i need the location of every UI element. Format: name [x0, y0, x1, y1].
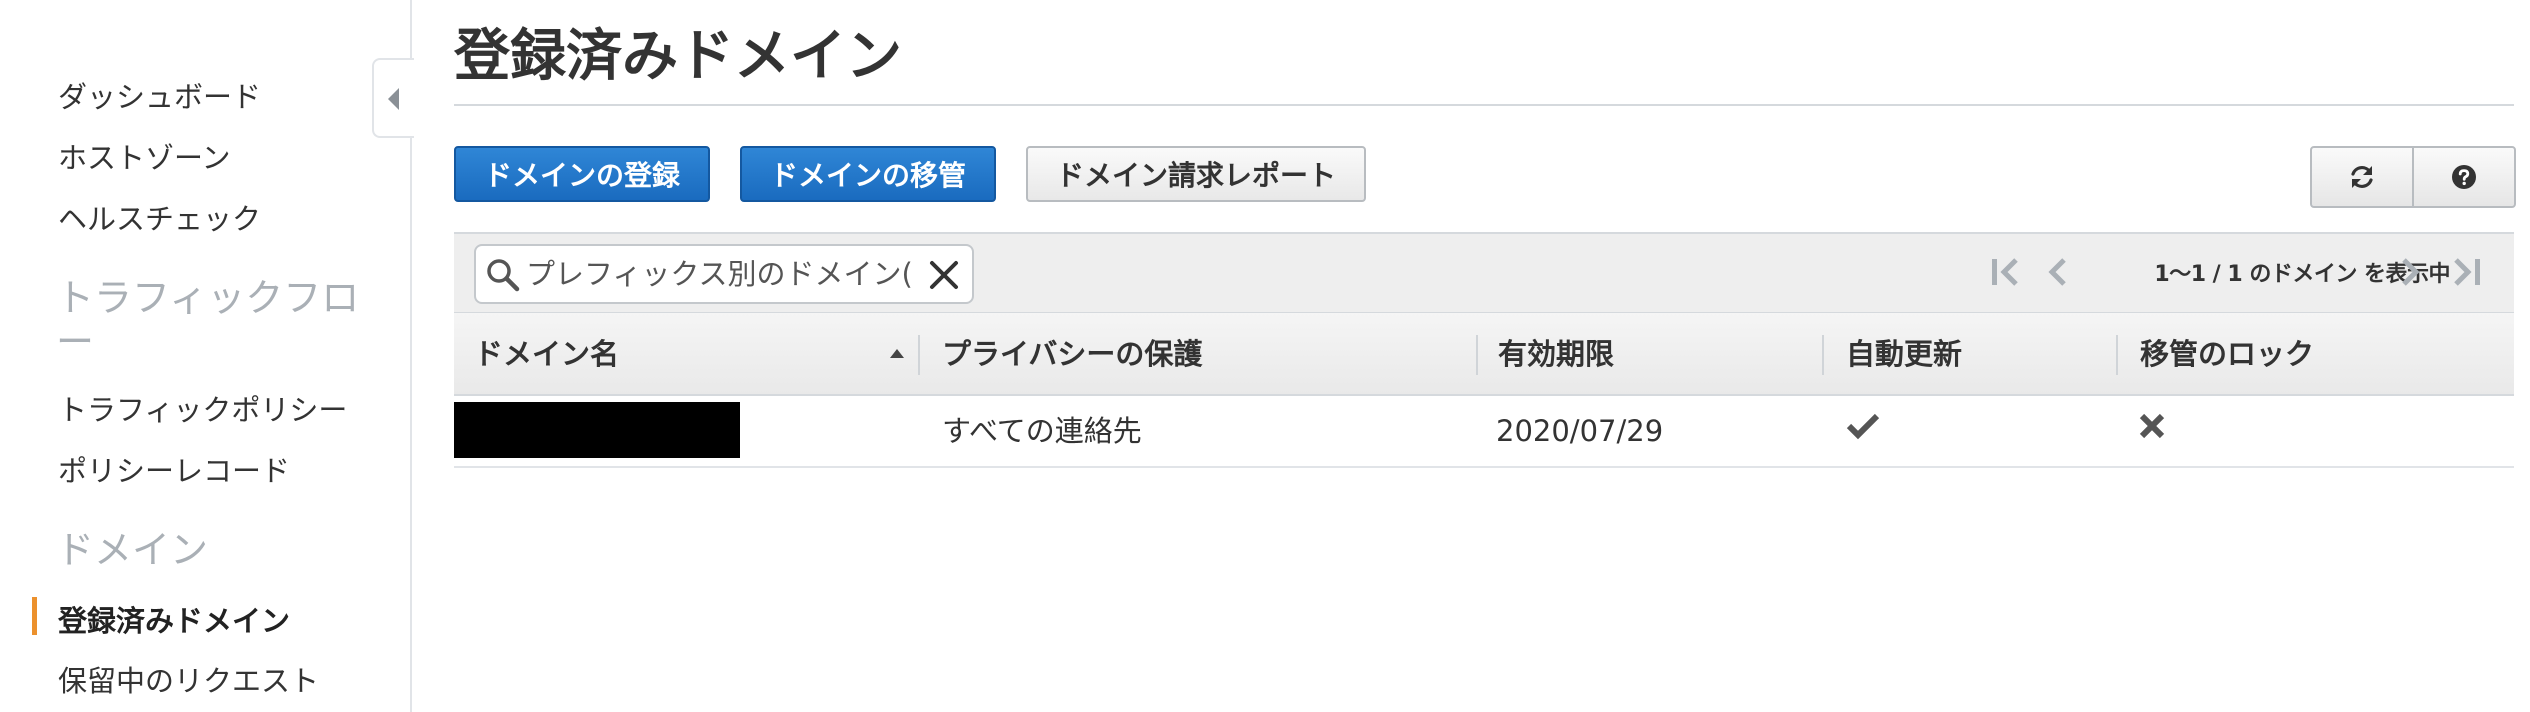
column-header-auto-renew[interactable]: 自動更新 [1846, 313, 1962, 395]
sidebar-collapse-button[interactable] [372, 58, 414, 138]
page-title: 登録済みドメイン [454, 24, 902, 89]
search-box [474, 244, 974, 304]
sidebar-item-health-checks[interactable]: ヘルスチェック [58, 196, 261, 238]
title-divider [454, 104, 2514, 106]
transfer-domain-button[interactable]: ドメインの移管 [740, 146, 996, 202]
billing-report-button[interactable]: ドメイン請求レポート [1026, 146, 1366, 202]
sidebar-item-pending-requests[interactable]: 保留中のリクエスト [58, 658, 319, 700]
table-toolbar: 1〜1 / 1 のドメイン を表示中 [454, 232, 2514, 312]
check-icon [1846, 413, 1880, 440]
sidebar-section-domains: ドメイン [56, 528, 209, 572]
sidebar-item-hosted-zones[interactable]: ホストゾーン [58, 135, 231, 177]
column-header-expiration[interactable]: 有効期限 [1498, 313, 1614, 395]
search-icon [487, 259, 520, 292]
sidebar: ダッシュボード ホストゾーン ヘルスチェック トラフィックフロ ー トラフィック… [0, 0, 412, 712]
column-divider [1822, 335, 1824, 375]
x-icon [2139, 413, 2165, 439]
table-row[interactable]: すべての連絡先 2020/07/29 [454, 396, 2514, 468]
column-divider [1476, 335, 1478, 375]
sort-ascending-icon [890, 349, 904, 358]
last-page-icon[interactable] [2450, 256, 2484, 288]
domain-name-redacted[interactable] [454, 402, 740, 458]
expiration-date-cell: 2020/07/29 [1496, 414, 1664, 448]
column-header-transfer-lock[interactable]: 移管のロック [2140, 313, 2314, 395]
previous-page-icon[interactable] [2046, 256, 2070, 288]
column-header-privacy[interactable]: プライバシーの保護 [942, 313, 1202, 395]
search-input[interactable] [526, 252, 916, 296]
first-page-icon[interactable] [1988, 256, 2022, 288]
sidebar-item-traffic-policies[interactable]: トラフィックポリシー [58, 387, 347, 429]
refresh-button[interactable] [2310, 146, 2414, 208]
register-domain-button[interactable]: ドメインの登録 [454, 146, 710, 202]
sidebar-section-traffic-flow-line2: ー [56, 320, 95, 364]
help-button[interactable] [2412, 146, 2516, 208]
column-header-domain-name[interactable]: ドメイン名 [474, 313, 619, 395]
privacy-protection-cell: すべての連絡先 [942, 414, 1142, 448]
sidebar-section-traffic-flow-line1: トラフィックフロ [56, 276, 360, 320]
column-divider [918, 335, 920, 375]
refresh-icon [2351, 166, 2373, 188]
sidebar-item-registered-domains[interactable]: 登録済みドメイン [58, 598, 290, 640]
column-divider [2116, 335, 2118, 375]
active-indicator [32, 597, 37, 635]
table-header: ドメイン名 プライバシーの保護 有効期限 自動更新 移管のロック [454, 312, 2514, 396]
clear-search-icon[interactable] [928, 259, 960, 291]
sidebar-item-dashboard[interactable]: ダッシュボード [58, 74, 261, 116]
next-page-icon[interactable] [2398, 256, 2422, 288]
sidebar-item-policy-records[interactable]: ポリシーレコード [58, 448, 290, 490]
sidebar-section-traffic-flow: トラフィックフロ ー [56, 276, 359, 364]
caret-left-icon [388, 88, 399, 110]
help-icon [2452, 165, 2476, 189]
